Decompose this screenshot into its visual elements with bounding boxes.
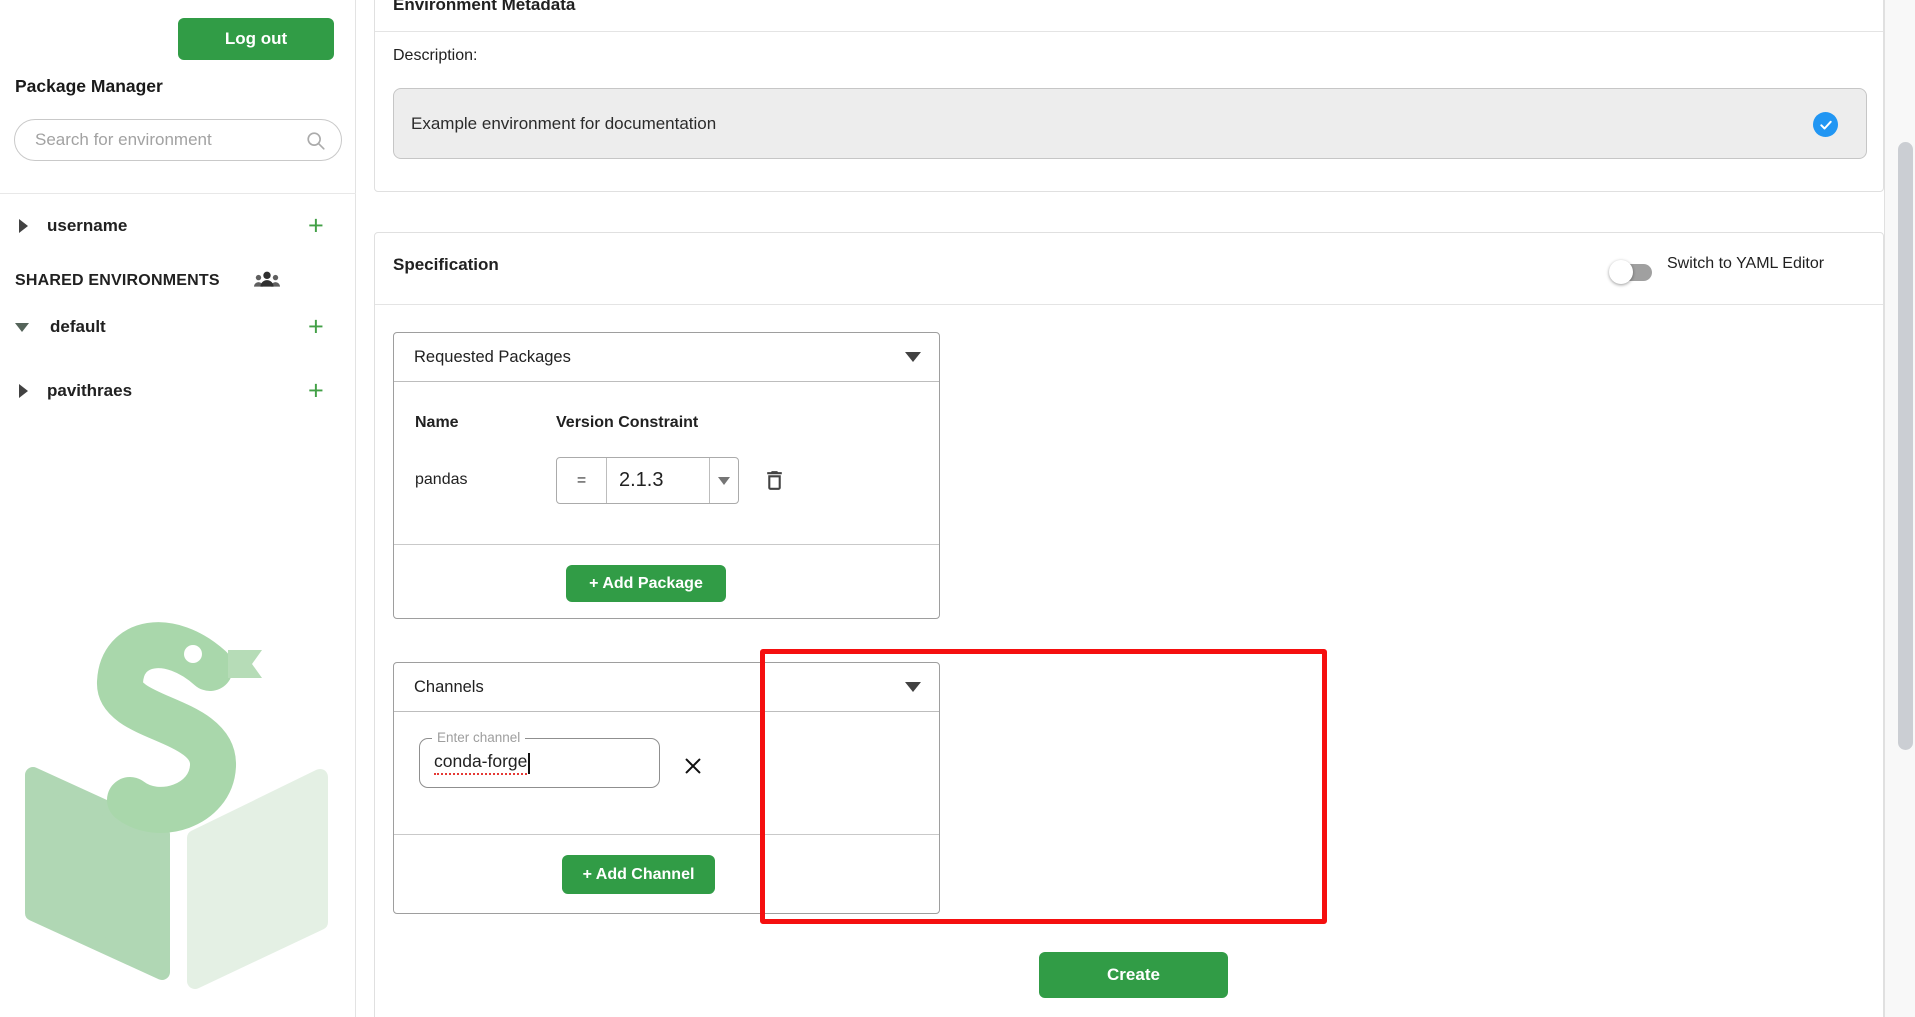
environment-search[interactable] xyxy=(14,119,342,161)
column-header-name: Name xyxy=(415,414,459,432)
description-value: Example environment for documentation xyxy=(411,89,716,158)
description-field[interactable]: Example environment for documentation xyxy=(393,88,1867,159)
add-environment-icon[interactable]: + xyxy=(308,213,324,240)
sidebar-divider xyxy=(0,193,356,194)
divider xyxy=(394,544,939,545)
search-input[interactable] xyxy=(35,120,305,160)
groups-icon xyxy=(250,264,284,303)
version-constraint-control: = 2.1.3 xyxy=(556,457,739,504)
specification-section-title: Specification xyxy=(393,255,499,275)
sidebar: Log out Package Manager username + SHARE… xyxy=(0,0,356,1017)
channel-input[interactable]: Enter channel conda-forge xyxy=(419,738,660,788)
divider xyxy=(394,834,939,835)
caret-down-icon[interactable] xyxy=(15,323,29,332)
search-icon xyxy=(305,130,327,157)
divider xyxy=(375,304,1883,305)
scrollbar-thumb[interactable] xyxy=(1898,142,1913,750)
toggle-thumb[interactable] xyxy=(1609,260,1633,284)
environment-metadata-card: Environment Metadata Description: Exampl… xyxy=(374,0,1884,192)
checkmark-icon xyxy=(1813,112,1838,137)
add-environment-icon[interactable]: + xyxy=(308,314,324,341)
requested-packages-accordion: Requested Packages Name Version Constrai… xyxy=(393,332,940,619)
yaml-editor-toggle[interactable] xyxy=(1611,264,1652,281)
operator-select[interactable]: = xyxy=(557,458,607,503)
app-title: Package Manager xyxy=(15,76,163,97)
logout-button[interactable]: Log out xyxy=(178,18,334,60)
column-header-version: Version Constraint xyxy=(556,414,698,432)
create-button[interactable]: Create xyxy=(1039,952,1228,998)
sidebar-item-default[interactable]: default + xyxy=(0,311,356,343)
yaml-toggle-label: Switch to YAML Editor xyxy=(1667,255,1824,273)
channels-accordion: Channels Enter channel conda-forge + Add… xyxy=(393,662,940,914)
chevron-down-icon[interactable] xyxy=(905,682,921,692)
shared-environments-heading: SHARED ENVIRONMENTS xyxy=(0,265,356,297)
scrollbar-track[interactable] xyxy=(1884,0,1915,1017)
sidebar-item-pavithraes[interactable]: pavithraes + xyxy=(0,375,356,407)
sidebar-item-username[interactable]: username + xyxy=(0,210,356,242)
add-channel-button[interactable]: + Add Channel xyxy=(562,855,715,894)
specification-card: Specification Switch to YAML Editor Requ… xyxy=(374,232,1884,1017)
text-cursor xyxy=(528,753,530,774)
package-manager-app: Log out Package Manager username + SHARE… xyxy=(0,0,1915,1017)
add-package-button[interactable]: + Add Package xyxy=(566,565,726,602)
divider xyxy=(375,31,1883,32)
delete-package-button[interactable] xyxy=(762,468,787,493)
dropdown-caret-icon xyxy=(718,477,730,485)
add-environment-icon[interactable]: + xyxy=(308,378,324,405)
description-label: Description: xyxy=(393,47,477,65)
version-input[interactable]: 2.1.3 xyxy=(607,458,710,503)
tree-item-label[interactable]: default xyxy=(50,317,106,337)
requested-packages-header[interactable]: Requested Packages xyxy=(394,333,939,382)
shared-environments-label: SHARED ENVIRONMENTS xyxy=(15,272,220,290)
conda-store-logo xyxy=(10,620,330,1005)
chevron-down-icon[interactable] xyxy=(905,352,921,362)
accordion-title: Channels xyxy=(414,678,484,697)
accordion-title: Requested Packages xyxy=(414,348,571,367)
tree-item-label[interactable]: username xyxy=(47,216,127,236)
metadata-section-title: Environment Metadata xyxy=(393,0,575,15)
close-icon[interactable] xyxy=(682,755,704,777)
caret-right-icon[interactable] xyxy=(19,384,28,398)
caret-right-icon[interactable] xyxy=(19,219,28,233)
tree-item-label[interactable]: pavithraes xyxy=(47,381,132,401)
version-dropdown-button[interactable] xyxy=(710,458,738,503)
channel-input-value[interactable]: conda-forge xyxy=(434,751,527,775)
package-name: pandas xyxy=(415,471,468,489)
channels-header[interactable]: Channels xyxy=(394,663,939,712)
